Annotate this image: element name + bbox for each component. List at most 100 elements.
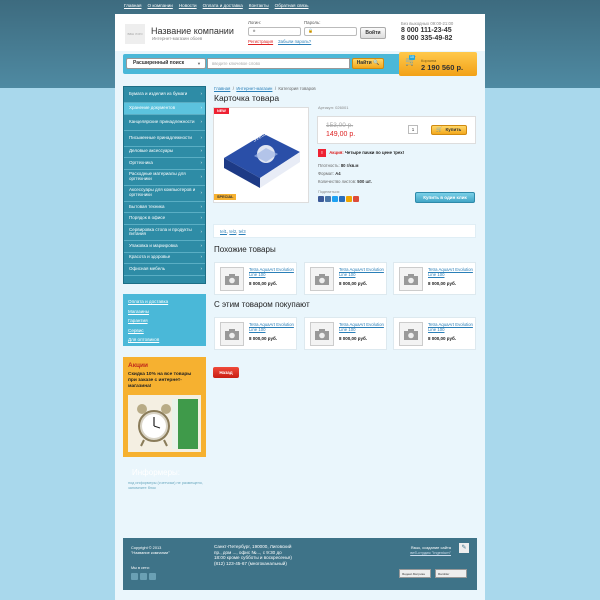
- promo-offer: Четыре пачки по цене трех!: [344, 150, 405, 156]
- category-item[interactable]: Расходные материалы для оргтехники ›: [124, 170, 205, 186]
- buy-one-click-button[interactable]: Купить в один клик: [415, 192, 475, 203]
- category-item[interactable]: Аксессуары для компьютеров и оргтехники ›: [124, 186, 205, 202]
- informers-title: Информеры:: [132, 468, 181, 477]
- category-item[interactable]: Письменные принадлежности ›: [124, 131, 205, 147]
- product-card-price: 8 000,00 руб.: [339, 336, 367, 341]
- developer-logo-icon[interactable]: ✎: [459, 543, 469, 553]
- promo-line: ! Акция: Четыре пачки по цене трех!: [318, 149, 404, 157]
- chevron-right-icon: ›: [200, 203, 203, 209]
- product-card-name[interactable]: Tetra AquaArt Evolution Line 100: [428, 322, 474, 332]
- product-card[interactable]: Tetra AquaArt Evolution Line 100 8 000,0…: [214, 317, 297, 350]
- category-item[interactable]: Сервировка стола и продукты питания ›: [124, 225, 205, 241]
- login-input[interactable]: ☻: [248, 27, 301, 36]
- counter-metrika[interactable]: Яндекс.Метрика: [399, 569, 431, 578]
- counter-rambler[interactable]: Rambler: [435, 569, 467, 578]
- category-item[interactable]: Бытовая техника ›: [124, 202, 205, 214]
- chevron-right-icon: ›: [200, 229, 203, 234]
- company-subtitle: Интернет-магазин обоев: [152, 36, 203, 41]
- logo[interactable]: ваш лого: [125, 24, 145, 44]
- product-card[interactable]: Tetra AquaArt Evolution Line 100 8 000,0…: [393, 262, 476, 295]
- product-card-name[interactable]: Tetra AquaArt Evolution Line 100: [249, 322, 295, 332]
- cart[interactable]: 🛒 10 Корзина 2 190 560 р.: [399, 52, 477, 76]
- category-item[interactable]: Деловые аксессуары ›: [124, 147, 205, 159]
- breadcrumb-shop[interactable]: Интернет-магазин: [236, 86, 272, 91]
- forgot-password-link[interactable]: Забыли пароль?: [278, 39, 311, 44]
- category-item[interactable]: Порядок в офисе ›: [124, 213, 205, 225]
- social-icons: [131, 573, 156, 580]
- search-type-select[interactable]: Расширенный поиск ▼: [126, 58, 206, 69]
- camera-icon: [310, 322, 334, 346]
- top-nav-feedback[interactable]: Обратная связь: [275, 3, 309, 11]
- top-nav-home[interactable]: Главная: [124, 3, 141, 11]
- product-card[interactable]: Tetra AquaArt Evolution Line 100 8 000,0…: [304, 317, 387, 350]
- search-button[interactable]: Найти 🔍: [352, 58, 384, 69]
- spec-density: Плотность: 80 г/кв.м: [318, 163, 359, 168]
- product-card-name[interactable]: Tetra AquaArt Evolution Line 100: [249, 267, 295, 277]
- category-item-active[interactable]: Хранение документов ›: [124, 103, 205, 115]
- odnoklassniki-icon[interactable]: [346, 196, 352, 202]
- product-card[interactable]: Tetra AquaArt Evolution Line 100 8 000,0…: [304, 262, 387, 295]
- product-card-name[interactable]: Tetra AquaArt Evolution Line 100: [339, 267, 385, 277]
- login-button[interactable]: Войти: [360, 27, 386, 39]
- twitter-icon[interactable]: [149, 573, 156, 580]
- work-hours: Без выходных 09:00-21:00: [401, 21, 454, 26]
- product-image[interactable]: SvetoCopy NEW SPECIAL: [213, 107, 309, 203]
- facebook-icon[interactable]: [318, 196, 324, 202]
- quantity-input[interactable]: 1: [408, 125, 418, 134]
- tag-link[interactable]: tel1: [220, 229, 227, 234]
- info-link-service[interactable]: Сервис: [128, 326, 201, 336]
- add-to-cart-button[interactable]: 🛒 Купить: [431, 125, 467, 135]
- product-card[interactable]: Tetra AquaArt Evolution Line 100 8 000,0…: [393, 317, 476, 350]
- copyright: Copyright © 2013 "Название компании": [131, 545, 170, 556]
- twitter-icon[interactable]: [332, 196, 338, 202]
- category-item[interactable]: Бумага и изделия из бумаги ›: [124, 87, 205, 103]
- category-item[interactable]: Офисная мебель ›: [124, 264, 205, 276]
- paper-ream-image: SvetoCopy: [224, 125, 300, 188]
- top-navigation: Главная О компании Новости Оплата и дост…: [124, 3, 309, 11]
- product-card-price: 8 000,00 руб.: [249, 336, 277, 341]
- chevron-right-icon: ›: [200, 160, 203, 166]
- vk-icon[interactable]: [131, 573, 138, 580]
- info-link-wholesale[interactable]: Для оптовиков: [128, 335, 201, 345]
- tag-link[interactable]: tel2: [229, 229, 236, 234]
- product-card-name[interactable]: Tetra AquaArt Evolution Line 100: [339, 322, 385, 332]
- category-item[interactable]: Красота и здоровье ›: [124, 253, 205, 265]
- alert-icon: !: [318, 149, 326, 157]
- back-button[interactable]: Назад: [213, 367, 239, 378]
- breadcrumb-home[interactable]: Главная: [214, 86, 230, 91]
- product-card-name[interactable]: Tetra AquaArt Evolution Line 100: [428, 267, 474, 277]
- category-item[interactable]: Упаковка и маркировка ›: [124, 241, 205, 253]
- top-nav-payment[interactable]: Оплата и доставка: [203, 3, 243, 11]
- search-icon: 🔍: [373, 60, 380, 66]
- alarm-clock-image: [128, 395, 201, 452]
- product-card-price: 8 000,00 руб.: [428, 281, 456, 286]
- product-card[interactable]: Tetra AquaArt Evolution Line 100 8 000,0…: [214, 262, 297, 295]
- category-item[interactable]: Канцелярские принадлежности ›: [124, 115, 205, 131]
- top-nav-news[interactable]: Новости: [179, 3, 197, 11]
- old-price: 153,00 р.: [326, 122, 354, 129]
- chevron-right-icon: ›: [200, 254, 203, 260]
- promo-block[interactable]: Акции Скидка 10% на все товары при заказ…: [123, 357, 206, 457]
- top-nav-contacts[interactable]: Контакты: [249, 3, 269, 11]
- badge-new: NEW: [214, 108, 229, 114]
- googleplus-icon[interactable]: [353, 196, 359, 202]
- password-input[interactable]: 🔒: [304, 27, 357, 36]
- search-input[interactable]: введите ключевое слово: [207, 58, 350, 69]
- info-link-warranty[interactable]: Гарантия: [128, 316, 201, 326]
- category-item[interactable]: Оргтехника ›: [124, 158, 205, 170]
- top-nav-about[interactable]: О компании: [147, 3, 172, 11]
- product-card-price: 8 000,00 руб.: [428, 336, 456, 341]
- info-link-stores[interactable]: Магазины: [128, 307, 201, 317]
- tag-link[interactable]: tel3: [239, 229, 246, 234]
- info-link-payment[interactable]: Оплата и доставка: [128, 297, 201, 307]
- chevron-right-icon: ›: [200, 91, 203, 97]
- chevron-right-icon: ›: [200, 215, 203, 221]
- register-link[interactable]: Регистрация: [248, 39, 273, 44]
- share-label: Поделиться:: [318, 190, 341, 194]
- search-type-label: Расширенный поиск: [133, 60, 185, 66]
- developer-link[interactable]: веб-студия "Ingenium": [377, 550, 451, 555]
- vk-icon[interactable]: [325, 196, 331, 202]
- facebook-icon[interactable]: [140, 573, 147, 580]
- header: ваш лого Название компании Интернет-мага…: [115, 14, 485, 51]
- mailru-icon[interactable]: [339, 196, 345, 202]
